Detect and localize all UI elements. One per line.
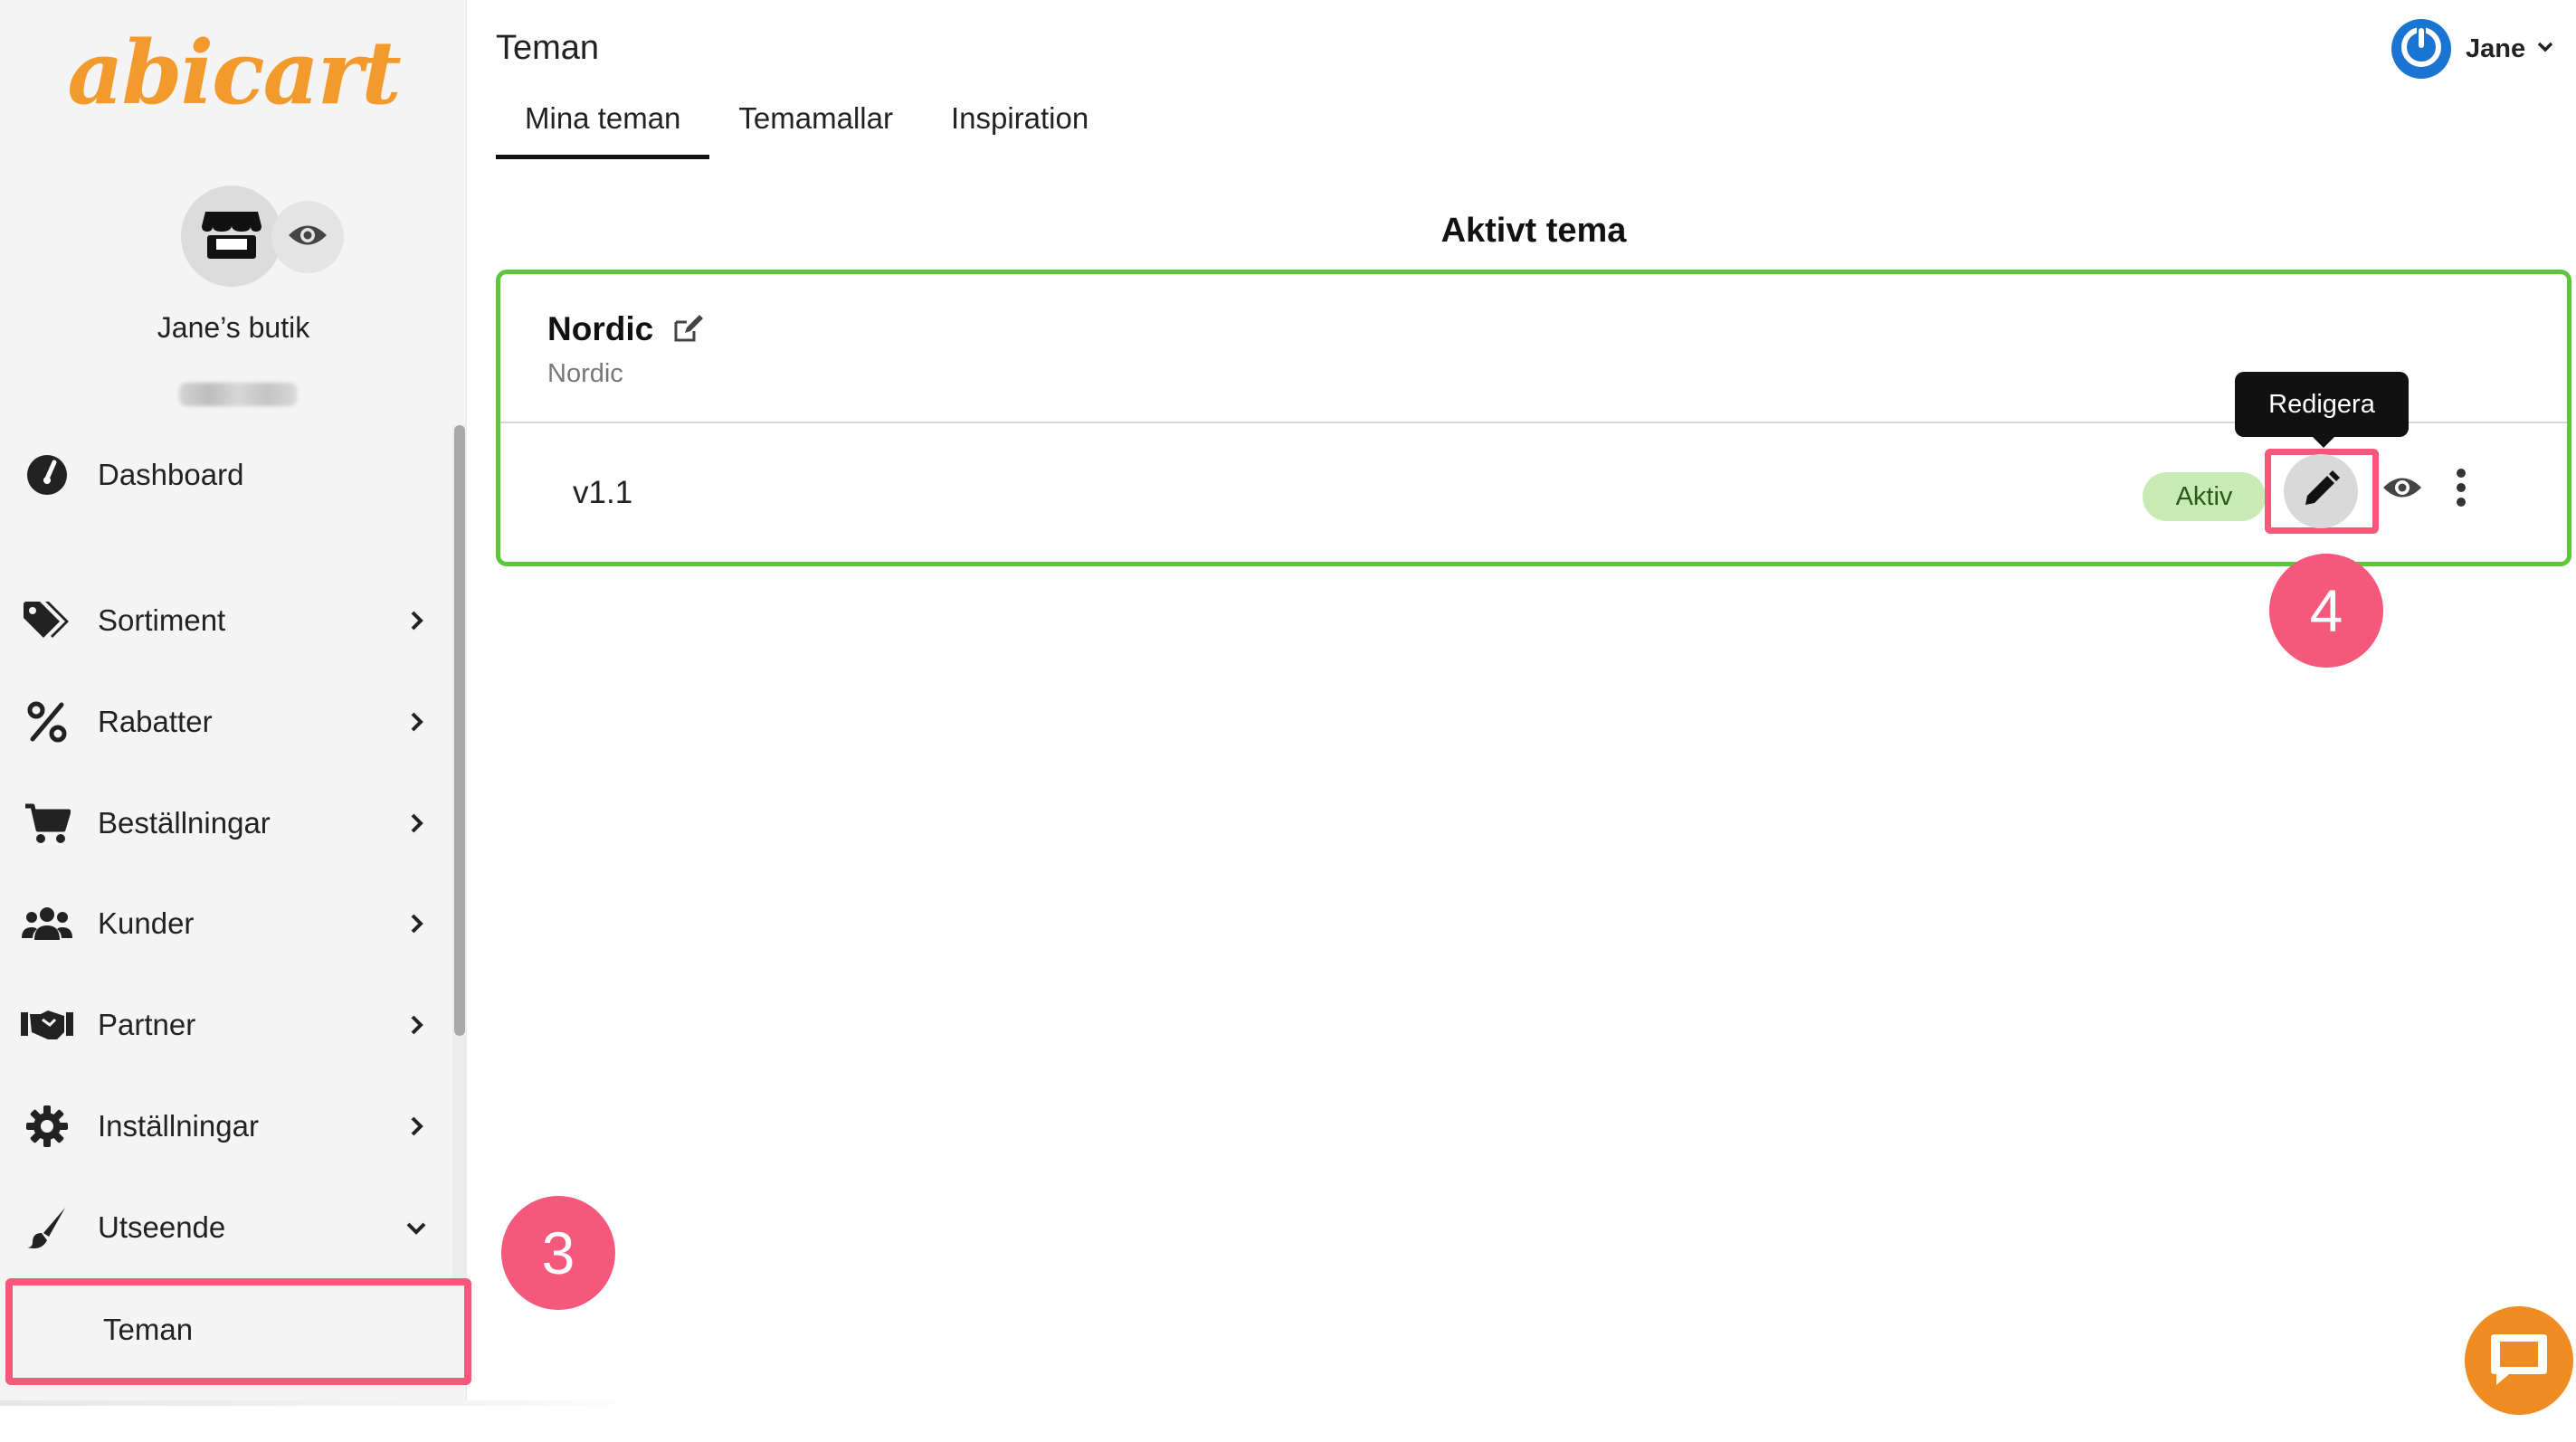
theme-name-row: Nordic: [547, 310, 704, 348]
status-badge: Aktiv: [2143, 472, 2266, 521]
sidebar-item-label: Kunder: [98, 906, 195, 940]
chevron-right-icon: [398, 805, 434, 841]
power-icon: [2399, 24, 2444, 74]
more-options-button[interactable]: [2443, 467, 2479, 512]
sidebar: abicart Jane’s butik Dashboard Sortiment…: [0, 0, 467, 1402]
step-3-badge: 3: [501, 1196, 615, 1310]
paintbrush-icon: [20, 1200, 74, 1255]
theme-subtitle: Nordic: [547, 359, 623, 388]
tab-temamallar[interactable]: Temamallar: [709, 94, 922, 159]
sidebar-item-label: Utseende: [98, 1210, 226, 1244]
percent-icon: [20, 695, 74, 749]
sidebar-item-label: Dashboard: [98, 458, 244, 491]
tab-bar: Mina teman Temamallar Inspiration: [496, 94, 1117, 159]
preview-theme-button[interactable]: [2380, 467, 2425, 512]
chat-button[interactable]: [2465, 1306, 2573, 1415]
more-vertical-icon: [2456, 468, 2467, 511]
eye-icon: [287, 222, 328, 253]
store-icon: [202, 208, 261, 265]
store-name: Jane’s butik: [157, 311, 310, 344]
sidebar-bottom-shadow: [0, 1400, 633, 1406]
chat-bubble-icon: [2489, 1331, 2549, 1391]
chevron-down-icon: [2536, 41, 2554, 58]
sidebar-subitem-label: Teman: [103, 1313, 194, 1346]
users-icon: [20, 897, 74, 951]
dashboard-gauge-icon: [20, 448, 74, 502]
chevron-right-icon: [398, 906, 434, 942]
sidebar-scrollbar-thumb[interactable]: [454, 425, 465, 1036]
view-store-button[interactable]: [271, 201, 344, 273]
chevron-right-icon: [398, 1007, 434, 1043]
sidebar-item-partner[interactable]: Partner: [0, 984, 467, 1066]
sidebar-item-kunder[interactable]: Kunder: [0, 883, 467, 964]
tab-mina-teman[interactable]: Mina teman: [496, 94, 710, 159]
chevron-right-icon: [398, 1108, 434, 1144]
theme-name: Nordic: [547, 310, 654, 347]
user-menu[interactable]: Jane: [2391, 18, 2554, 80]
rename-edit-icon[interactable]: [671, 313, 704, 346]
sidebar-item-utseende[interactable]: Utseende: [0, 1187, 467, 1268]
sidebar-item-sortiment[interactable]: Sortiment: [0, 580, 467, 661]
user-name: Jane: [2466, 33, 2526, 63]
theme-version: v1.1: [573, 475, 633, 510]
gear-icon: [20, 1099, 74, 1153]
tab-inspiration[interactable]: Inspiration: [922, 94, 1117, 159]
edit-theme-button[interactable]: [2284, 454, 2358, 528]
edit-tooltip: Redigera: [2235, 372, 2409, 437]
cart-icon: [20, 796, 74, 850]
sidebar-item-dashboard[interactable]: Dashboard: [0, 434, 467, 516]
sidebar-item-label: Inställningar: [98, 1109, 259, 1143]
chevron-right-icon: [398, 704, 434, 740]
handshake-icon: [20, 998, 74, 1052]
eye-icon: [2381, 474, 2423, 506]
store-id-blurred: [179, 383, 297, 406]
sidebar-item-installningar[interactable]: Inställningar: [0, 1086, 467, 1167]
sidebar-item-rabatter[interactable]: Rabatter: [0, 681, 467, 763]
sidebar-item-label: Partner: [98, 1008, 196, 1041]
page-title: Teman: [496, 29, 600, 67]
abicart-logo[interactable]: abicart: [0, 25, 467, 121]
avatar: [2391, 19, 2451, 79]
step-4-badge: 4: [2269, 554, 2383, 668]
sidebar-item-bestallningar[interactable]: Beställningar: [0, 783, 467, 864]
chevron-down-icon: [398, 1210, 434, 1246]
sidebar-item-label: Sortiment: [98, 603, 226, 637]
pencil-icon: [2302, 470, 2340, 513]
sidebar-item-label: Beställningar: [98, 806, 271, 840]
tags-icon: [20, 593, 74, 648]
section-heading: Aktivt tema: [1440, 212, 1627, 250]
chevron-right-icon: [398, 602, 434, 639]
store-button[interactable]: [181, 185, 282, 287]
sidebar-subitem-teman[interactable]: Teman: [5, 1278, 471, 1385]
tooltip-arrow: [2311, 435, 2336, 448]
sidebar-item-label: Rabatter: [98, 705, 213, 738]
